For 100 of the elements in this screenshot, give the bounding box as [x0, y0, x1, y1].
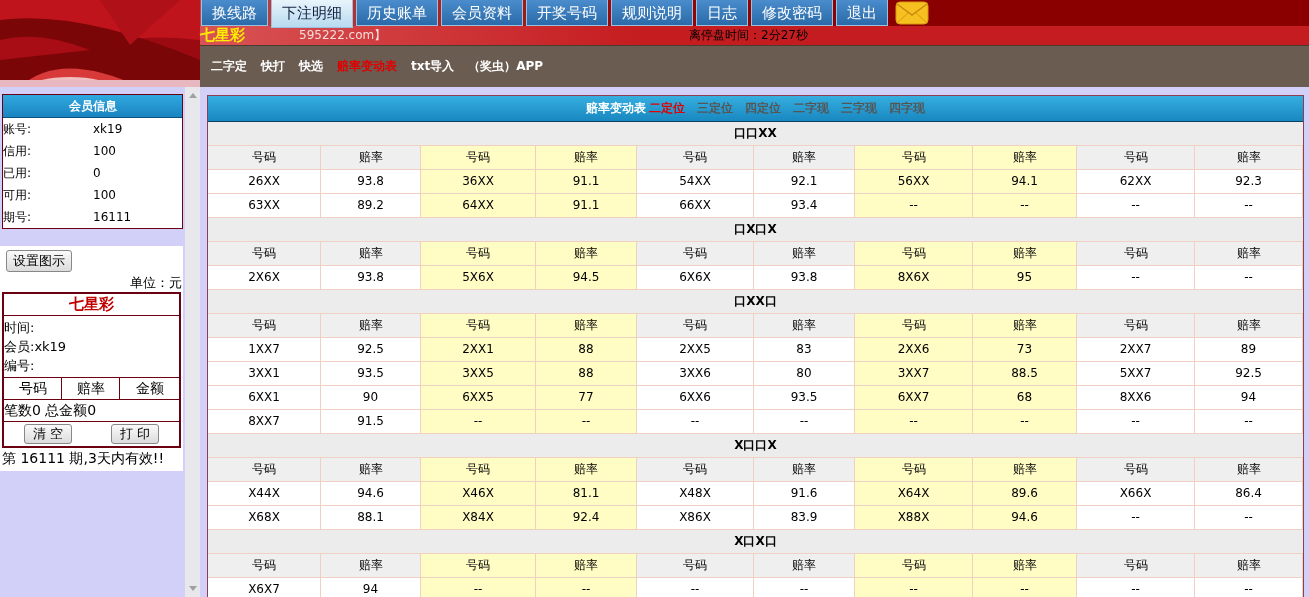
field-value: 100: [93, 144, 116, 158]
envelope-icon[interactable]: [895, 1, 929, 25]
sub-nav-link[interactable]: （奖虫）APP: [468, 58, 544, 75]
table-cell: 92.5: [1195, 362, 1303, 386]
table-cell: --: [637, 410, 754, 434]
column-header: 赔率: [321, 146, 421, 170]
table-cell: 81.1: [536, 482, 637, 506]
table-cell: --: [855, 410, 973, 434]
sub-nav-link[interactable]: 二字定: [211, 58, 247, 75]
column-header: 赔率: [1195, 554, 1303, 578]
column-header: 赔率: [1195, 242, 1303, 266]
nav-tab[interactable]: 开奖号码: [526, 0, 608, 26]
filter-link[interactable]: 四字现: [889, 100, 925, 117]
column-header: 赔率: [1195, 146, 1303, 170]
table-cell: 5X6X: [421, 266, 536, 290]
table-cell: --: [536, 410, 637, 434]
table-cell: 1XX7: [208, 338, 321, 362]
field-label: 期号:: [3, 208, 33, 226]
sub-nav-link[interactable]: txt导入: [411, 58, 455, 75]
filter-link[interactable]: 三字现: [841, 100, 877, 117]
column-header: 赔率: [973, 554, 1077, 578]
column-header: 赔率: [536, 458, 637, 482]
column-header: 号码: [17, 379, 48, 398]
table-cell: --: [1077, 506, 1195, 530]
ticket-line: 时间:: [4, 319, 36, 337]
column-header: 号码: [208, 242, 321, 266]
column-header: 赔率: [973, 314, 1077, 338]
site-domain: 595222.com】: [299, 27, 388, 44]
column-header: 赔率: [973, 242, 1077, 266]
table-cell: 2XX5: [637, 338, 754, 362]
table-cell: 86.4: [1195, 482, 1303, 506]
settings-button[interactable]: 设置图示: [6, 250, 72, 272]
section-title: X口X口: [208, 530, 1303, 554]
filter-link[interactable]: 二字现: [793, 100, 829, 117]
column-header: 号码: [208, 146, 321, 170]
column-header: 号码: [637, 146, 754, 170]
table-cell: 93.8: [754, 266, 855, 290]
table-cell: --: [973, 410, 1077, 434]
table-cell: 92.3: [1195, 170, 1303, 194]
field-label: 账号:: [3, 120, 33, 138]
column-header: 号码: [855, 458, 973, 482]
table-cell: 64XX: [421, 194, 536, 218]
nav-tab[interactable]: 会员资料: [441, 0, 523, 26]
unit-label: 单位：元: [129, 274, 183, 292]
table-cell: --: [1195, 506, 1303, 530]
table-cell: --: [855, 578, 973, 597]
ticket-title: 七星彩: [4, 294, 179, 316]
scrollbar[interactable]: [185, 87, 200, 597]
column-header: 号码: [421, 146, 536, 170]
table-cell: 2XX1: [421, 338, 536, 362]
table-cell: 91.6: [754, 482, 855, 506]
column-header: 赔率: [536, 554, 637, 578]
table-cell: 3XX5: [421, 362, 536, 386]
nav-tab[interactable]: 修改密码: [751, 0, 833, 26]
column-header: 赔率: [536, 242, 637, 266]
table-cell: 6XX5: [421, 386, 536, 410]
sub-nav-link[interactable]: 快打: [261, 58, 285, 75]
table-title: 赔率变动表: [586, 100, 646, 117]
column-header: 号码: [637, 458, 754, 482]
column-header: 赔率: [754, 458, 855, 482]
nav-tab[interactable]: 规则说明: [611, 0, 693, 26]
table-cell: --: [421, 410, 536, 434]
table-cell: 94.6: [973, 506, 1077, 530]
column-header: 号码: [421, 458, 536, 482]
nav-tab[interactable]: 历史账单: [356, 0, 438, 26]
nav-tab[interactable]: 日志: [696, 0, 748, 26]
table-cell: 56XX: [855, 170, 973, 194]
column-header: 赔率: [321, 242, 421, 266]
scroll-up-icon[interactable]: [188, 93, 197, 98]
nav-tab[interactable]: 换线路: [201, 0, 268, 26]
column-header: 金额: [119, 378, 179, 399]
table-cell: 93.5: [754, 386, 855, 410]
table-cell: 3XX7: [855, 362, 973, 386]
sub-nav-link[interactable]: 快选: [299, 58, 323, 75]
table-cell: 92.1: [754, 170, 855, 194]
table-cell: 92.4: [536, 506, 637, 530]
filter-link[interactable]: 三定位: [697, 100, 733, 117]
table-cell: 88: [536, 338, 637, 362]
ticket-button[interactable]: 清 空: [23, 424, 72, 444]
column-header: 赔率: [61, 378, 119, 399]
column-header: 赔率: [754, 314, 855, 338]
nav-tab[interactable]: 下注明细: [271, 0, 353, 28]
table-cell: 36XX: [421, 170, 536, 194]
column-header: 号码: [855, 554, 973, 578]
table-cell: 63XX: [208, 194, 321, 218]
field-value: xk19: [93, 122, 123, 136]
table-cell: 54XX: [637, 170, 754, 194]
column-header: 赔率: [321, 554, 421, 578]
scroll-down-icon[interactable]: [188, 586, 197, 591]
table-cell: --: [855, 194, 973, 218]
filter-link[interactable]: 四定位: [745, 100, 781, 117]
column-header: 号码: [855, 314, 973, 338]
table-cell: 91.1: [536, 170, 637, 194]
column-header: 号码: [637, 314, 754, 338]
nav-tab[interactable]: 退出: [836, 0, 888, 26]
ticket-button[interactable]: 打 印: [111, 424, 160, 444]
table-cell: --: [1195, 266, 1303, 290]
table-cell: 94.6: [321, 482, 421, 506]
field-value: 16111: [93, 210, 132, 224]
table-cell: X48X: [637, 482, 754, 506]
